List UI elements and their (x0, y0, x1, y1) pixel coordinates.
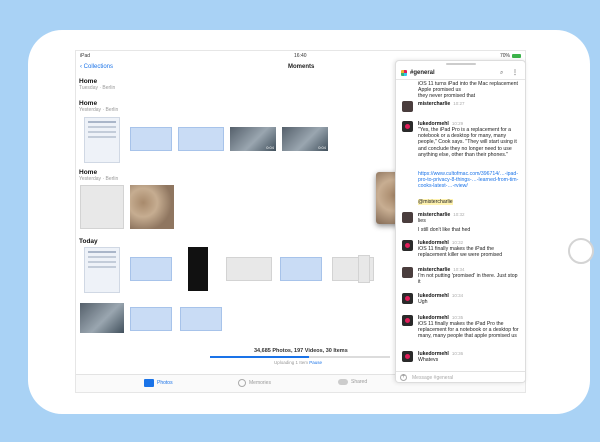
section-subtitle: Yesterday · Berlin (79, 107, 119, 113)
message-text: they never promised that (418, 93, 476, 99)
page-title: Moments (288, 64, 315, 70)
status-device: iPad (80, 53, 91, 59)
battery-percent: 70% (499, 53, 510, 59)
video-thumbnail[interactable]: 0:04 (282, 127, 328, 151)
section-title: Today (79, 238, 98, 245)
timestamp: 10:34 (453, 267, 465, 272)
message-text: lies (418, 218, 426, 224)
tab-label: Shared (351, 379, 368, 385)
video-thumbnail[interactable]: 0:04 (230, 127, 276, 151)
pause-upload-button[interactable]: Pause (309, 360, 322, 365)
back-collections-button[interactable]: ‹ Collections (80, 64, 113, 70)
upload-progress (210, 356, 390, 358)
search-icon[interactable]: ⌕ (500, 70, 503, 77)
tab-shared[interactable]: Shared (338, 379, 367, 385)
upload-status: Uploading 1 Item Pause (274, 360, 322, 365)
back-label: Collections (83, 64, 114, 70)
photo-thumbnail[interactable] (358, 255, 370, 283)
cloud-icon (338, 379, 348, 385)
photos-icon (144, 379, 154, 387)
photo-thumbnail[interactable] (84, 247, 120, 293)
section-subtitle: Tuesday · Berlin (79, 85, 116, 91)
video-duration: 0:04 (318, 145, 326, 150)
video-duration: 0:04 (266, 145, 274, 150)
message-text: Ugh (418, 299, 428, 305)
slide-over-handle[interactable] (446, 63, 476, 65)
home-button[interactable] (568, 238, 594, 264)
library-counts: 34,685 Photos, 197 Videos, 30 Items (254, 348, 348, 354)
tab-label: Photos (157, 380, 173, 386)
avatar[interactable] (402, 293, 413, 304)
photo-thumbnail[interactable] (130, 257, 172, 281)
timestamp: 10:36 (451, 351, 464, 356)
message-text: iOS 11 turns iPad into the Mac replaceme… (418, 81, 518, 94)
avatar[interactable] (402, 101, 413, 112)
status-time: 16:40 (294, 53, 307, 59)
channel-name[interactable]: #general (410, 70, 435, 76)
message-link[interactable]: https://www.cultofmac.com/396714/…-ipad-… (418, 171, 520, 190)
timestamp: 10:32 (453, 212, 465, 217)
timestamp: 10:29 (451, 121, 464, 126)
photo-thumbnail[interactable] (130, 185, 174, 229)
avatar[interactable] (402, 212, 413, 223)
avatar[interactable] (402, 240, 413, 251)
photo-thumbnail[interactable] (84, 117, 120, 163)
message-text: I still don't like that hed (418, 227, 471, 233)
photo-thumbnail[interactable] (130, 127, 172, 151)
user-name[interactable]: mistercharlie (418, 101, 450, 107)
plus-icon[interactable]: + (400, 374, 407, 381)
avatar[interactable] (402, 267, 413, 278)
photo-thumbnail[interactable] (130, 307, 172, 331)
battery-icon (512, 53, 521, 58)
section-subtitle: Yesterday · Berlin (79, 176, 119, 182)
section-title: Home (79, 169, 98, 176)
status-battery: 70% (500, 53, 521, 59)
tab-photos[interactable]: Photos (144, 379, 173, 387)
message-text: I'm not putting 'promised' in there. Jus… (418, 273, 518, 286)
upload-progress-fill (210, 356, 309, 358)
memories-icon (238, 379, 246, 387)
photo-thumbnail[interactable] (80, 185, 124, 229)
timestamp: 10:32 (451, 240, 464, 245)
message-header: mistercharlie 10:27 (418, 101, 465, 107)
photo-thumbnail[interactable] (280, 257, 322, 281)
timestamp: 10:27 (453, 101, 465, 106)
message-input[interactable]: Message #general (412, 375, 453, 381)
message-text: Whatevs (418, 357, 439, 363)
avatar[interactable] (402, 351, 413, 362)
mention[interactable]: @mistercharlie (418, 199, 453, 205)
slack-slide-over: #general ⌕ ⋮ iOS 11 turns iPad into the … (395, 60, 526, 383)
slack-header: #general ⌕ ⋮ (396, 67, 525, 80)
message-text: iOS 11 finally makes the iPad Pro the re… (418, 321, 519, 340)
avatar[interactable] (402, 315, 413, 326)
tab-label: Memories (249, 380, 271, 386)
photo-thumbnail[interactable] (226, 257, 272, 281)
photo-thumbnail[interactable] (180, 307, 222, 331)
timestamp: 10:34 (451, 293, 464, 298)
avatar[interactable] (402, 121, 413, 132)
section-title: Home (79, 78, 98, 85)
slack-logo-icon (401, 70, 407, 76)
compose-bar: + Message #general (396, 371, 525, 382)
message-text: "Yes, the iPad Pro is a replacement for … (418, 127, 517, 158)
upload-status-text: Uploading 1 Item (274, 360, 309, 365)
more-icon[interactable]: ⋮ (512, 69, 518, 76)
message-text: iOS 11 finally makes the iPad the replac… (418, 246, 503, 259)
photo-thumbnail[interactable] (178, 127, 224, 151)
photo-thumbnail[interactable] (188, 247, 208, 291)
section-title: Home (79, 100, 98, 107)
photo-thumbnail[interactable] (80, 303, 124, 333)
timestamp: 10:35 (451, 315, 464, 320)
tab-memories[interactable]: Memories (238, 379, 271, 387)
